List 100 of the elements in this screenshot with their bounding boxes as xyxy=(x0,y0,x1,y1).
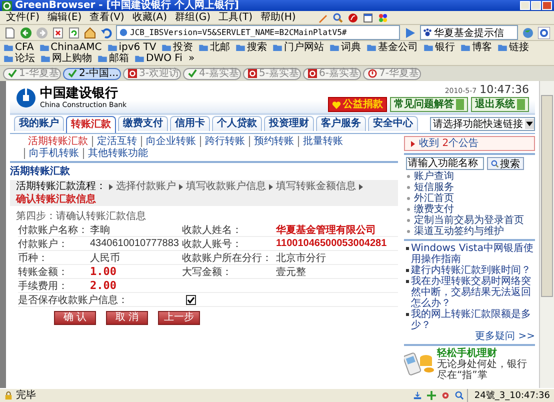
sidebar-link[interactable]: 账户查询 xyxy=(404,171,535,182)
sub-nav-link[interactable]: 向手机转账 xyxy=(24,148,83,159)
bookmark-folder[interactable]: 博客 xyxy=(461,42,492,53)
sub-nav-link[interactable]: 批量转账 xyxy=(298,136,347,147)
move-icon[interactable] xyxy=(427,391,436,400)
nav-tab[interactable]: 缴费支付 xyxy=(118,116,168,131)
nav-tab[interactable]: 我的账户 xyxy=(14,116,64,131)
bookmark-folder[interactable]: CFA xyxy=(4,42,34,53)
sidebar-link[interactable]: 渠道互动签约与维护 xyxy=(404,226,535,237)
more-questions-link[interactable]: 更多疑问 >> xyxy=(475,331,535,342)
faq-link[interactable]: 我的网上转账汇款限额是多少？ xyxy=(404,309,535,331)
menu-item[interactable]: 查看(V) xyxy=(90,11,124,24)
field-label: 收款人姓名： xyxy=(182,224,243,236)
flash-icon[interactable] xyxy=(348,12,358,22)
header-button[interactable]: 公益捐款 xyxy=(328,97,387,112)
bookmark-folder[interactable]: DWO Fi xyxy=(135,53,182,64)
window-icon[interactable] xyxy=(362,12,373,22)
time-text: 10:47:36 xyxy=(480,83,529,96)
go-icon[interactable] xyxy=(404,26,416,38)
search-icon[interactable] xyxy=(332,12,343,22)
browser-tab[interactable]: 2-中国... xyxy=(63,68,121,80)
close-button[interactable] xyxy=(542,1,552,10)
sidebar-link[interactable]: 定制当前交易为登录首页 xyxy=(404,215,535,226)
menu-item[interactable]: 收藏(A) xyxy=(132,11,167,24)
nav-tab[interactable]: 安全中心 xyxy=(368,116,418,131)
folder-icon xyxy=(199,44,208,51)
bookmark-folder[interactable]: 论坛 xyxy=(4,53,35,64)
function-search-field[interactable]: 请输入功能名称 xyxy=(406,157,484,170)
more-bookmarks-button[interactable]: » xyxy=(188,53,195,64)
bookmark-folder[interactable]: 邮箱 xyxy=(98,53,129,64)
home-icon[interactable] xyxy=(84,26,96,38)
globe-icon[interactable] xyxy=(522,26,534,38)
bookmark-folder[interactable]: 门户网站 xyxy=(273,42,324,53)
color-wheel-icon[interactable] xyxy=(378,12,388,22)
search-field[interactable]: 华夏基金提示信 xyxy=(420,25,518,40)
menu-item[interactable]: 群组(G) xyxy=(175,11,211,24)
faq-link[interactable]: 建行内转账汇款到账时间？ xyxy=(404,265,535,276)
arrow-icon xyxy=(179,184,183,190)
notice-link[interactable]: 收到 2个公告 xyxy=(419,138,479,149)
faq-link[interactable]: Windows Vista中网银盾使用操作指南 xyxy=(404,243,535,265)
field-label: 手续费用： xyxy=(18,280,69,292)
scrollbar[interactable] xyxy=(539,81,554,388)
nav-tab[interactable]: 信用卡 xyxy=(170,116,210,131)
form-button[interactable]: 确 认 xyxy=(54,311,96,325)
undo-icon[interactable] xyxy=(100,26,112,38)
nav-tab[interactable]: 客户服务 xyxy=(316,116,366,131)
form-button[interactable]: 上一步 xyxy=(158,311,200,325)
bookmark-folder[interactable]: 链接 xyxy=(498,42,530,53)
bookmark-folder[interactable]: 搜索 xyxy=(236,42,268,53)
sidebar-link[interactable]: 短信服务 xyxy=(404,182,535,193)
site-icon xyxy=(128,69,137,78)
faq-link[interactable]: 我在办理转账交易时网络突然中断，交易结果无法返回怎么办？ xyxy=(404,276,535,309)
heart-icon xyxy=(332,100,341,108)
letter-icon[interactable] xyxy=(538,26,550,38)
promo-title[interactable]: 轻松手机理财 xyxy=(437,348,535,359)
nav-tab[interactable]: 个人贷款 xyxy=(212,116,262,131)
new-page-icon[interactable] xyxy=(4,26,16,38)
quick-link-dropdown[interactable]: 请选择功能快速链接 xyxy=(430,117,535,131)
sub-nav-link[interactable]: 定活互转 xyxy=(92,136,141,147)
back-icon[interactable] xyxy=(20,26,32,38)
sub-nav-link[interactable]: 其他转账功能 xyxy=(83,148,152,159)
field-value: 2.00 xyxy=(90,279,118,292)
save-checkbox[interactable] xyxy=(186,294,196,304)
header-button[interactable]: 常见问题解答 xyxy=(390,97,468,112)
sub-nav-link[interactable]: 预约转账 xyxy=(249,136,298,147)
refresh-icon[interactable] xyxy=(68,26,80,38)
sub-nav-link[interactable]: 向企业转账 xyxy=(141,136,200,147)
menu-item[interactable]: 帮助(H) xyxy=(260,11,296,24)
site-icon xyxy=(248,69,257,78)
nav-tab[interactable]: 投资理财 xyxy=(264,116,314,131)
sidebar-link[interactable]: 外汇首页 xyxy=(404,193,535,204)
sub-nav-link[interactable]: 活期转账汇款 xyxy=(24,136,92,147)
search-button[interactable]: 搜索 xyxy=(487,157,524,170)
bank-logo-icon xyxy=(16,88,36,108)
bookmark-folder[interactable]: ChinaAMC xyxy=(40,42,102,53)
bookmark-folder[interactable]: 基金公司 xyxy=(367,42,418,53)
header-button[interactable]: 退出系统 xyxy=(471,97,529,112)
bookmark-folder[interactable]: 投资 xyxy=(162,42,194,53)
field-value: 华夏基金管理有限公司 xyxy=(276,224,376,236)
menu-item[interactable]: 文件(F) xyxy=(6,11,40,24)
bookmark-folder[interactable]: 银行 xyxy=(424,42,456,53)
zoom-icon[interactable] xyxy=(455,391,464,400)
bookmark-folder[interactable]: 网上购物 xyxy=(41,53,92,64)
bookmark-folder[interactable]: 北邮 xyxy=(199,42,230,53)
sub-nav-link[interactable]: 跨行转账 xyxy=(200,136,249,147)
field-value: 1.00 xyxy=(90,265,118,278)
checkmark-icon xyxy=(8,69,17,78)
bookmark-folder[interactable]: ipv6 TV xyxy=(108,42,156,53)
download-icon[interactable] xyxy=(413,391,422,400)
sidebar-link[interactable]: 缴费支付 xyxy=(404,204,535,215)
search-icon xyxy=(491,160,499,168)
menu-item[interactable]: 工具(T) xyxy=(218,11,252,24)
nav-tab[interactable]: 转账汇款 xyxy=(66,116,116,133)
progress-step: 填写转账金额信息 xyxy=(276,181,356,192)
menu-item[interactable]: 编辑(E) xyxy=(48,11,82,24)
bookmark-folder[interactable]: 词典 xyxy=(330,42,362,53)
lock-icon xyxy=(4,391,13,400)
address-field[interactable]: JCB_IBSVersion=V5&SERVLET_NAME=B2CMainPlatV5# xyxy=(116,25,400,40)
form-button[interactable]: 取 消 xyxy=(106,311,148,325)
stop-icon[interactable] xyxy=(52,26,64,38)
